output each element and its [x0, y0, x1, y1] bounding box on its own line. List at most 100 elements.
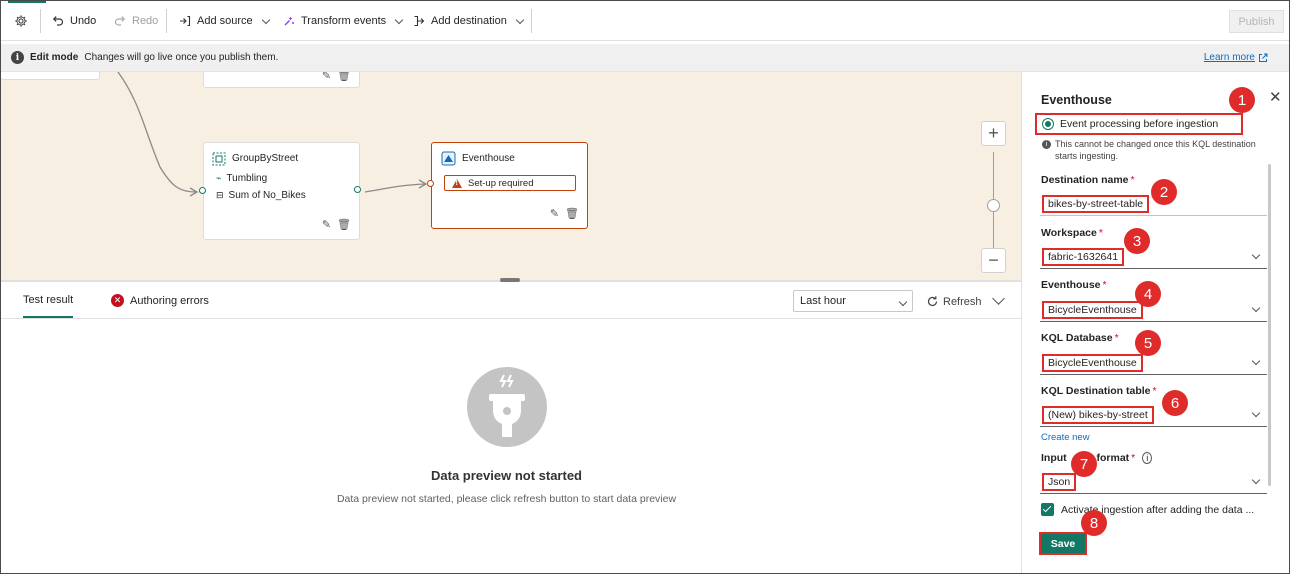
- add-source-button[interactable]: Add source: [179, 8, 271, 34]
- destination-settings-panel: Eventhouse ✕ Event processing before ing…: [1021, 72, 1290, 574]
- learn-more-link[interactable]: Learn more: [1204, 52, 1268, 63]
- delete-icon[interactable]: 🗑: [337, 218, 351, 231]
- output-port[interactable]: [354, 186, 361, 193]
- eventhouse-icon: [441, 151, 456, 166]
- refresh-icon: [927, 296, 938, 307]
- publish-button[interactable]: Publish: [1229, 10, 1284, 33]
- tab-authoring-errors[interactable]: ✕ Authoring errors: [111, 294, 209, 307]
- input-port[interactable]: [427, 180, 434, 187]
- input-port[interactable]: [199, 187, 206, 194]
- settings-button[interactable]: [14, 8, 28, 34]
- field-label-text: Eventhouse: [1041, 279, 1101, 291]
- zoom-slider-thumb[interactable]: [987, 199, 1000, 212]
- callout-badge: 2: [1151, 179, 1177, 205]
- transform-events-button[interactable]: Transform events: [283, 8, 404, 34]
- node-title: GroupByStreet: [232, 153, 299, 164]
- field-label-text: KQL Database: [1041, 332, 1113, 344]
- info-icon: i: [1142, 452, 1153, 464]
- toolbar-separator: [166, 9, 167, 33]
- required-marker: *: [1131, 452, 1136, 464]
- destination-name-value: bikes-by-street-table: [1042, 195, 1150, 213]
- zoom-out-button[interactable]: −: [981, 248, 1006, 273]
- edit-icon[interactable]: ✎: [322, 72, 331, 82]
- node-title: Eventhouse: [462, 153, 515, 164]
- create-new-link[interactable]: Create new: [1041, 432, 1090, 443]
- edit-mode-title: Edit mode: [30, 52, 79, 63]
- plug-illustration-icon: [467, 367, 547, 447]
- chevron-down-icon: [1251, 356, 1261, 366]
- kql-database-label: KQL Database *: [1041, 332, 1119, 344]
- field-label-text: Workspace: [1041, 227, 1097, 239]
- toolbar-separator: [40, 9, 41, 33]
- undo-label: Undo: [70, 15, 97, 27]
- mode-note-text: This cannot be changed once this KQL des…: [1055, 139, 1256, 161]
- kql-table-value: (New) bikes-by-street: [1042, 406, 1154, 424]
- empty-state-message: Data preview not started, please click r…: [336, 493, 677, 505]
- workspace-label: Workspace *: [1041, 227, 1103, 239]
- external-link-icon: [1259, 53, 1268, 62]
- required-marker: *: [1130, 174, 1135, 186]
- tab-label: Test result: [23, 294, 74, 306]
- destination-name-label: Destination name *: [1041, 174, 1135, 186]
- save-button[interactable]: Save: [1039, 532, 1087, 555]
- group-by-icon: [212, 152, 226, 166]
- gear-icon: [15, 15, 27, 27]
- aggregate-icon: ⊟: [216, 190, 224, 200]
- panel-title: Eventhouse: [1041, 93, 1112, 107]
- flow-canvas[interactable]: ✎ 🗑 GroupByStreet ⌁ Tumbling ⊟ Sum of No…: [0, 72, 1021, 280]
- error-icon: ✕: [111, 294, 124, 307]
- undo-button[interactable]: Undo: [52, 8, 96, 34]
- add-source-label: Add source: [197, 15, 253, 27]
- add-destination-icon: [414, 15, 425, 27]
- time-range-select[interactable]: Last hour: [793, 290, 913, 312]
- chevron-down-icon: [1251, 303, 1261, 313]
- close-icon[interactable]: ✕: [1269, 88, 1282, 106]
- radio-label: Event processing before ingestion: [1060, 118, 1219, 130]
- radio-selected-icon: [1042, 118, 1054, 130]
- required-marker: *: [1152, 385, 1157, 397]
- callout-badge: 4: [1135, 281, 1161, 307]
- chevron-down-icon: [394, 15, 404, 24]
- upstream-node[interactable]: [0, 72, 100, 80]
- zoom-in-button[interactable]: +: [981, 121, 1006, 146]
- callout-badge: 7: [1071, 451, 1097, 477]
- chevron-down-icon: [1251, 408, 1261, 418]
- plug-icon: [489, 374, 525, 437]
- callout-badge: 3: [1124, 228, 1150, 254]
- warning-icon: !: [452, 178, 462, 188]
- chevron-down-icon: [515, 15, 525, 24]
- window-type-label: Tumbling: [226, 173, 268, 184]
- edit-mode-bar: i Edit mode Changes will go live once yo…: [0, 44, 1290, 72]
- add-source-icon: [180, 15, 191, 27]
- edit-icon[interactable]: ✎: [550, 207, 559, 220]
- workspace-select[interactable]: fabric-1632641: [1040, 244, 1267, 269]
- chevron-down-icon: [1251, 475, 1261, 485]
- kql-table-select[interactable]: (New) bikes-by-street: [1040, 402, 1267, 427]
- window-type-row: ⌁ Tumbling: [216, 173, 267, 184]
- eventhouse-value: BicycleEventhouse: [1042, 301, 1143, 319]
- refresh-button[interactable]: Refresh: [926, 295, 982, 308]
- tumbling-icon: ⌁: [216, 173, 222, 183]
- input-format-value: Json: [1042, 473, 1077, 491]
- group-by-street-node[interactable]: GroupByStreet ⌁ Tumbling ⊟ Sum of No_Bik…: [203, 142, 360, 240]
- eventhouse-node[interactable]: Eventhouse ! Set-up required ✎ 🗑: [431, 142, 588, 229]
- eventhouse-label: Eventhouse *: [1041, 279, 1107, 291]
- edit-mode-message: Changes will go live once you publish th…: [84, 52, 279, 63]
- activate-ingestion-checkbox[interactable]: Activate ingestion after adding the data…: [1041, 503, 1254, 516]
- edit-icon[interactable]: ✎: [322, 218, 331, 231]
- panel-scrollbar[interactable]: [1268, 164, 1271, 486]
- add-destination-button[interactable]: Add destination: [413, 8, 525, 34]
- event-processing-radio[interactable]: Event processing before ingestion: [1035, 113, 1243, 135]
- transform-events-label: Transform events: [301, 15, 387, 27]
- aggregation-row: ⊟ Sum of No_Bikes: [216, 190, 306, 201]
- upstream-operation-node[interactable]: ✎ 🗑: [203, 72, 360, 88]
- delete-icon[interactable]: 🗑: [565, 207, 579, 220]
- required-marker: *: [1098, 227, 1103, 239]
- field-label-text: KQL Destination table: [1041, 385, 1151, 397]
- redo-button[interactable]: Redo: [114, 8, 158, 34]
- callout-badge: 6: [1162, 390, 1188, 416]
- setup-required-chip[interactable]: ! Set-up required: [444, 175, 576, 191]
- toolbar-separator: [531, 9, 532, 33]
- delete-icon[interactable]: 🗑: [337, 72, 351, 82]
- tab-test-result[interactable]: Test result: [23, 294, 74, 318]
